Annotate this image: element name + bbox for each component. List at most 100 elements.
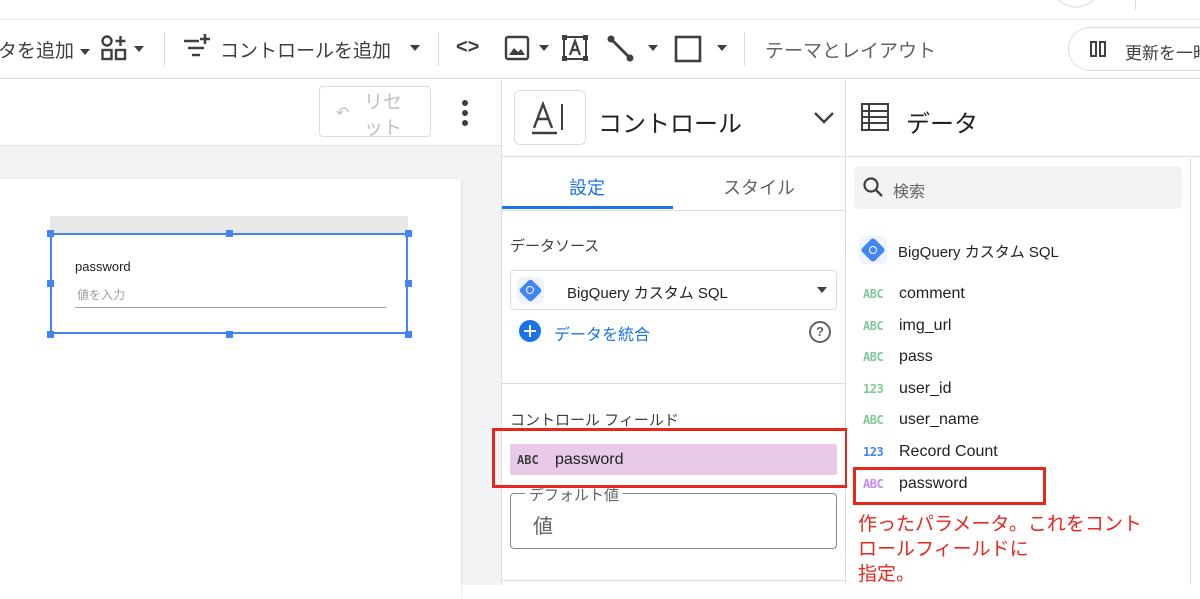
field-item[interactable]: 123 user_id [863, 380, 951, 404]
resize-handle[interactable] [47, 280, 54, 287]
image-button[interactable] [503, 34, 549, 64]
more-vert-icon[interactable] [461, 100, 469, 126]
field-name: comment [899, 285, 965, 302]
field-item[interactable]: ABC pass [863, 348, 933, 372]
annotation-highlight-password-field [853, 467, 1046, 505]
help-icon[interactable]: ? [809, 321, 831, 343]
toolbar-top-divider [0, 19, 1200, 20]
tab-setup[interactable]: 設定 [502, 158, 673, 210]
chevron-down-icon[interactable] [813, 111, 835, 125]
data-source-name: BigQuery カスタム SQL [898, 244, 1059, 261]
data-panel: データ 検索 BigQuery カスタム SQL ABC comment ABC i… [847, 80, 1200, 585]
toolbar: タを追加 コントロールを追加 <> テーマとレイアウト 更新を一 [0, 0, 1200, 79]
table-icon [861, 103, 889, 131]
default-value-field[interactable]: デフォルト値 値 [510, 484, 837, 549]
canvas-header: ↶ リセ ット [0, 80, 501, 146]
tabs-divider [502, 210, 845, 211]
tab-style[interactable]: スタイル [673, 158, 845, 210]
data-panel-header: データ [847, 80, 1200, 157]
toolbar-divider [438, 32, 439, 66]
resize-handle[interactable] [405, 280, 412, 287]
shape-button[interactable] [673, 34, 729, 64]
square-icon [674, 35, 702, 63]
search-icon [863, 177, 883, 197]
control-field-heading: コントロール フィールド [510, 412, 679, 429]
add-data-label: タを追加 [0, 41, 75, 62]
input-box-control[interactable]: password 値を入力 [50, 233, 408, 334]
line-button[interactable] [606, 34, 658, 64]
search-input[interactable]: 検索 [854, 166, 1182, 209]
add-control-label: コントロールを追加 [220, 41, 392, 62]
control-title: password [75, 259, 131, 274]
add-chart-icon [101, 35, 127, 61]
annotation-line-2: ロールフィールドに [858, 539, 1029, 560]
line-icon [607, 35, 634, 62]
chevron-down-icon [648, 45, 658, 51]
text-button[interactable] [561, 34, 589, 64]
reset-button[interactable]: ↶ リセ ット [319, 86, 431, 139]
resize-handle[interactable] [405, 331, 412, 338]
refresh-button[interactable]: 更新を一時 [1068, 27, 1200, 71]
theme-layout-button[interactable]: テーマとレイアウト [765, 36, 936, 63]
control-placeholder[interactable]: 値を入力 [77, 286, 125, 303]
add-data-button[interactable]: タを追加 [0, 36, 91, 63]
data-panel-scrollbar[interactable] [1190, 158, 1191, 585]
reset-label-line2: ット [364, 118, 403, 139]
data-source-select[interactable]: BigQuery カスタム SQL [510, 270, 837, 310]
code-button[interactable]: <> [456, 36, 479, 59]
field-name: pass [899, 348, 933, 365]
field-name: user_name [899, 411, 980, 428]
top-right-divider [1135, 0, 1136, 10]
field-name: Record Count [899, 443, 998, 460]
resize-handle[interactable] [47, 331, 54, 338]
data-source-heading: データソース [510, 238, 600, 255]
field-name: user_id [899, 380, 952, 397]
add-chart-button[interactable] [100, 34, 148, 64]
refresh-label: 更新を一時 [1125, 44, 1200, 63]
data-panel-title: データ [906, 111, 978, 138]
code-icon: <> [456, 36, 480, 58]
field-type: ABC [863, 319, 884, 333]
annotation-text: 作ったパラメータ。これをコント ロールフィールドに 指定。 [858, 512, 1198, 587]
section-divider [502, 580, 845, 581]
properties-title: コントロール [598, 111, 742, 138]
control-underline [75, 307, 386, 308]
blend-data-link[interactable]: データを統合 [519, 319, 679, 345]
annotation-line-3: 指定。 [858, 564, 916, 585]
text-box-icon [562, 35, 588, 61]
bigquery-icon [859, 236, 887, 264]
data-source-value: BigQuery カスタム SQL [567, 285, 728, 302]
chevron-down-icon [134, 46, 144, 52]
image-icon [504, 35, 530, 61]
resize-handle[interactable] [226, 331, 233, 338]
add-control-icon [184, 34, 210, 57]
add-circle-icon [519, 320, 541, 342]
chevron-down-icon [80, 48, 91, 55]
section-divider [502, 383, 845, 384]
field-name: img_url [899, 317, 952, 334]
search-placeholder: 検索 [893, 184, 926, 201]
data-source-row: BigQuery カスタム SQL [859, 236, 1179, 264]
resize-handle[interactable] [47, 230, 54, 237]
properties-panel: コントロール 設定 スタイル データソース BigQuery カスタム SQL … [492, 80, 848, 585]
report-canvas: ↶ リセ ット password 値を入力 [0, 80, 501, 599]
field-item[interactable]: ABC comment [863, 285, 965, 309]
annotation-line-1: 作ったパラメータ。これをコント [858, 514, 1142, 535]
add-control-button[interactable]: コントロールを追加 [182, 32, 422, 64]
field-type: ABC [863, 413, 884, 427]
field-item[interactable]: ABC user_name [863, 411, 979, 435]
control-type-icon [514, 90, 586, 145]
toolbar-divider [164, 32, 165, 66]
resize-handle[interactable] [405, 230, 412, 237]
help-icon-glyph: ? [816, 324, 824, 339]
avatar[interactable] [1050, 0, 1102, 8]
chevron-down-icon [410, 45, 420, 51]
tab-setup-label: 設定 [569, 178, 605, 198]
chevron-down-icon [817, 287, 827, 293]
field-type: 123 [863, 382, 884, 396]
field-item[interactable]: ABC img_url [863, 317, 951, 341]
field-item[interactable]: 123 Record Count [863, 443, 998, 467]
chevron-down-icon [539, 45, 549, 51]
resize-handle[interactable] [226, 230, 233, 237]
tab-active-indicator [502, 206, 673, 209]
